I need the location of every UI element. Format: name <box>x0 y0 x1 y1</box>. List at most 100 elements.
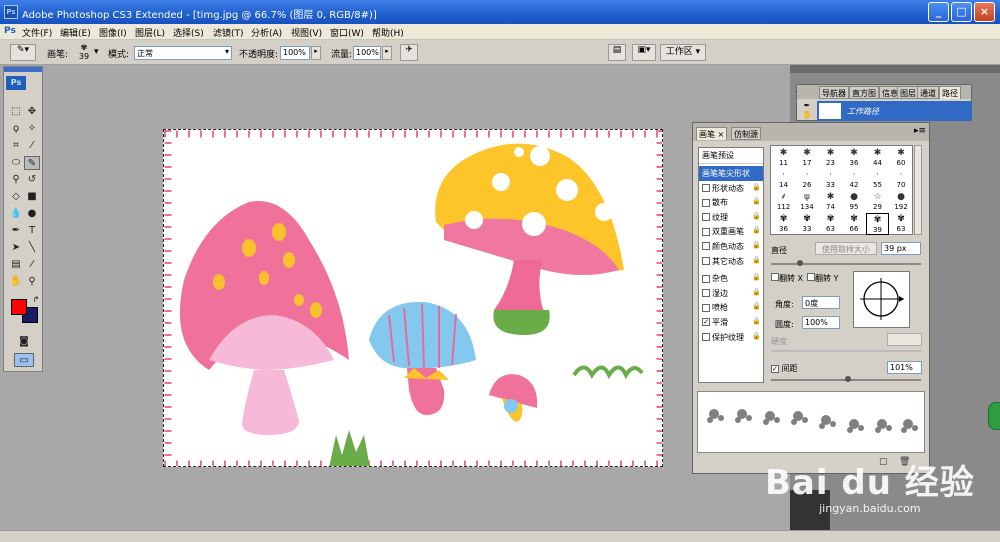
flow-input[interactable]: 100% <box>353 46 381 60</box>
spacing-slider-knob[interactable] <box>845 376 851 382</box>
menu-layer[interactable]: 图层(L) <box>135 26 165 39</box>
healing-brush-icon[interactable]: ⬭ <box>8 156 24 170</box>
brush-option-color-dynamics[interactable]: 颜色动态 🔒 <box>699 239 763 254</box>
brush-option-protect-texture[interactable]: 保护纹理 🔒 <box>699 330 763 345</box>
brush-tip-42[interactable]: · 42 <box>843 169 866 191</box>
brush-tip-74[interactable]: ✱ 74 <box>819 191 842 213</box>
dodge-tool-icon[interactable]: ● <box>24 207 40 221</box>
clone-stamp-icon[interactable]: ⚲ <box>8 173 24 187</box>
brush-option-tip-shape[interactable]: 画笔笔尖形状 <box>699 166 763 181</box>
maximize-button[interactable]: □ <box>951 2 972 22</box>
brush-tip-112[interactable]: ⸙ 112 <box>772 191 795 213</box>
lock-icon[interactable]: 🔒 <box>752 256 761 264</box>
brush-tip-11[interactable]: ✱ 11 <box>772 147 795 169</box>
eyedropper-icon[interactable]: ⁄ <box>24 258 40 272</box>
brush-tip-33[interactable]: · 33 <box>819 169 842 191</box>
menu-edit[interactable]: 编辑(E) <box>60 26 91 39</box>
spacing-checkbox[interactable]: ✓ 间距 <box>771 363 798 374</box>
diameter-slider[interactable] <box>771 263 921 265</box>
brush-option-wet-edges[interactable]: 湿边 🔒 <box>699 286 763 301</box>
lock-icon[interactable]: 🔒 <box>752 273 761 281</box>
lock-icon[interactable]: 🔒 <box>752 302 761 310</box>
roundness-input[interactable]: 100% <box>802 316 840 329</box>
brush-option-dual-brush[interactable]: 双重画笔 🔒 <box>699 224 763 239</box>
brush-tip-36[interactable]: ✱ 36 <box>843 147 866 169</box>
swap-colors-icon[interactable]: ↱ <box>28 293 44 307</box>
tab-histogram[interactable]: 直方图 <box>849 86 879 99</box>
checkbox[interactable] <box>702 213 710 222</box>
tab-brushes[interactable]: 画笔 × <box>696 127 728 140</box>
brushes-palette-icon[interactable]: ▤ <box>608 44 626 61</box>
checkbox[interactable] <box>771 273 779 281</box>
checkbox[interactable] <box>702 257 710 266</box>
brush-tip-44[interactable]: ✱ 44 <box>866 147 889 169</box>
pen-tool-icon[interactable]: ✒ <box>8 224 24 238</box>
brush-tip-29[interactable]: ☆ 29 <box>866 191 889 213</box>
lock-icon[interactable]: 🔒 <box>752 212 761 220</box>
checkbox[interactable] <box>702 242 710 251</box>
opacity-input[interactable]: 100% <box>280 46 310 60</box>
flow-slider-button[interactable]: ▸ <box>382 46 392 60</box>
eraser-tool-icon[interactable]: ◇ <box>8 190 24 204</box>
hardness-slider[interactable] <box>771 350 921 352</box>
brush-tip-192[interactable]: ● 192 <box>890 191 913 213</box>
brush-tool-icon[interactable]: ✎ <box>24 156 40 170</box>
screen-mode-icon[interactable]: ▭ <box>14 353 34 367</box>
bridge-icon[interactable]: ▣▾ <box>632 44 656 61</box>
checkbox[interactable] <box>702 198 710 207</box>
tab-channels[interactable]: 通道 <box>917 86 939 99</box>
minimize-button[interactable]: _ <box>928 2 949 22</box>
flip-y-checkbox[interactable]: 翻转 Y <box>807 273 838 284</box>
diameter-slider-knob[interactable] <box>797 260 803 266</box>
menu-analysis[interactable]: 分析(A) <box>251 26 282 39</box>
opacity-slider-button[interactable]: ▸ <box>311 46 321 60</box>
flip-x-checkbox[interactable]: 翻转 X <box>771 273 803 284</box>
lock-icon[interactable]: 🔒 <box>752 197 761 205</box>
brush-tip-63[interactable]: ✾ 63 <box>890 213 913 235</box>
brush-option-other-dynamics[interactable]: 其它动态 🔒 <box>699 254 763 269</box>
brush-tool-preset-icon[interactable]: ✎▾ <box>10 44 36 61</box>
brush-option-noise[interactable]: 杂色 🔒 <box>699 271 763 286</box>
toolbox-grip[interactable] <box>4 67 42 72</box>
work-path-row[interactable]: 工作路径 <box>817 101 972 121</box>
spacing-input[interactable]: 101% <box>887 361 922 374</box>
brush-tip-55[interactable]: · 55 <box>866 169 889 191</box>
use-sample-size-button[interactable]: 使用取样大小 <box>815 242 877 255</box>
eyedropper-tool-icon[interactable]: ⁄ <box>24 139 40 153</box>
gradient-tool-icon[interactable]: ■ <box>24 190 40 204</box>
lock-icon[interactable]: 🔒 <box>752 288 761 296</box>
move-tool-icon[interactable]: ✥ <box>24 105 40 119</box>
quick-mask-icon[interactable]: ◙ <box>16 335 32 349</box>
brush-tip-66[interactable]: ✾ 66 <box>843 213 866 235</box>
tab-navigator[interactable]: 导航器 <box>819 86 849 99</box>
brush-option-scattering[interactable]: 散布 🔒 <box>699 195 763 210</box>
lock-icon[interactable]: 🔒 <box>752 241 761 249</box>
brush-option-texture[interactable]: 纹理 🔒 <box>699 210 763 225</box>
brush-tip-33[interactable]: ✾ 33 <box>796 213 819 235</box>
document-canvas[interactable] <box>163 129 663 467</box>
brush-tip-63[interactable]: ✾ 63 <box>819 213 842 235</box>
brush-tip-26[interactable]: · 26 <box>796 169 819 191</box>
checkbox[interactable] <box>702 274 710 283</box>
lasso-tool-icon[interactable]: ϙ <box>8 122 24 136</box>
checkbox[interactable] <box>702 184 710 193</box>
brush-tip-95[interactable]: ● 95 <box>843 191 866 213</box>
workspace-button[interactable]: 工作区 ▾ <box>660 44 706 61</box>
brush-presets-button[interactable]: 画笔预设 <box>699 148 763 164</box>
close-icon[interactable]: × <box>718 130 725 139</box>
foreground-color-swatch[interactable] <box>11 299 27 315</box>
brush-tip-60[interactable]: ✱ 60 <box>890 147 913 169</box>
lock-icon[interactable]: 🔒 <box>752 317 761 325</box>
menu-file[interactable]: 文件(F) <box>22 26 52 39</box>
brush-option-airbrush[interactable]: 喷枪 🔒 <box>699 300 763 315</box>
zoom-tool-icon[interactable]: ⚲ <box>24 275 40 289</box>
checkbox[interactable] <box>807 273 815 281</box>
menu-view[interactable]: 视图(V) <box>291 26 322 39</box>
angle-input[interactable]: 0度 <box>802 296 840 309</box>
hand-tool-icon[interactable]: ✋ <box>8 275 24 289</box>
lock-icon[interactable]: 🔒 <box>752 332 761 340</box>
tab-paths[interactable]: 路径 <box>939 86 961 99</box>
marquee-tool-icon[interactable]: ⬚ <box>8 105 24 119</box>
hardness-input[interactable] <box>887 333 922 346</box>
brush-tip-39[interactable]: ✾ 39 <box>866 213 889 235</box>
